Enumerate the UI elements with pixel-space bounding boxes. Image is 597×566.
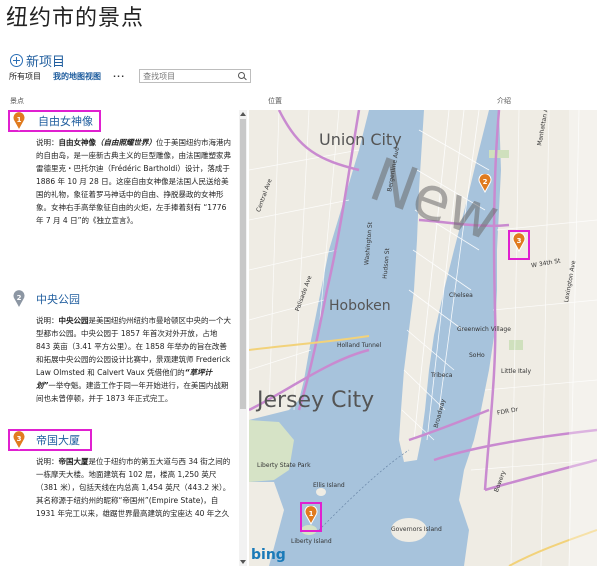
item-description: 说明：中央公园是美国纽约州纽约市曼哈顿区中央的一个大型都市公园。中央公园于 18…: [36, 314, 231, 405]
bing-logo-text: bing: [251, 547, 286, 563]
road-label: Ellis Island: [313, 482, 345, 489]
new-item-label: 新项目: [26, 55, 66, 70]
map-pin-icon[interactable]: 1: [12, 112, 26, 131]
list-item-header: 1 自由女神像: [8, 110, 101, 132]
item-description: 说明：自由女神像（自由照耀世界）位于美国纽约市海港内的自由岛，是一座新古典主义的…: [36, 136, 231, 227]
map-marker-statue-of-liberty[interactable]: 1: [304, 506, 318, 525]
map-label-jersey-city: Jersey City: [257, 388, 375, 413]
map-marker-empire-state[interactable]: 3: [512, 233, 526, 252]
more-options-button[interactable]: ···: [113, 72, 125, 81]
desc-text: 是位于纽约市的第五大道与西 34 街之间的一栋摩天大楼。地面建筑有 102 层，…: [36, 457, 231, 518]
pin-number: 3: [17, 435, 22, 443]
road-label: Chelsea: [449, 292, 473, 299]
item-title-link[interactable]: 中央公园: [36, 291, 80, 307]
new-item-button[interactable]: 新项目: [10, 51, 65, 70]
road-label: Little Italy: [501, 368, 531, 375]
list-scrollbar[interactable]: [239, 110, 247, 566]
item-title-link[interactable]: 自由女神像: [38, 113, 93, 129]
desc-bold: 中央公园: [58, 316, 89, 325]
view-all-items[interactable]: 所有项目: [9, 71, 41, 82]
plus-circle-icon: [10, 54, 23, 67]
column-header-attraction[interactable]: 景点: [10, 96, 24, 106]
desc-text-2: 一举夺魁。建造工作于同一年开始进行，在美国内战期间也未曾停顿，并于 1873 年…: [36, 381, 229, 403]
scroll-down-arrow-icon[interactable]: [240, 560, 246, 564]
scroll-thumb[interactable]: [240, 119, 246, 409]
attraction-list: 1 自由女神像 说明：自由女神像（自由照耀世界）位于美国纽约市海港内的自由岛，是…: [0, 106, 237, 566]
map-marker-central-park[interactable]: 2: [478, 174, 492, 193]
road-label: SoHo: [469, 352, 485, 359]
map-pin-icon[interactable]: 2: [12, 290, 26, 309]
road-label: Holland Tunnel: [337, 342, 382, 349]
list-item-header: 3 帝国大厦: [8, 429, 92, 451]
item-title-link[interactable]: 帝国大厦: [36, 432, 80, 448]
road-label: Liberty State Park: [257, 462, 311, 469]
column-header-intro[interactable]: 介绍: [497, 96, 511, 106]
view-bar: 所有项目 我的地图视图 ···: [9, 69, 252, 83]
desc-italic: （自由照耀世界）: [96, 138, 156, 147]
search-input[interactable]: [143, 71, 234, 81]
road-label: Governors Island: [391, 526, 442, 533]
desc-prefix: 说明：: [36, 457, 59, 466]
desc-prefix: 说明：: [36, 138, 59, 147]
scroll-up-arrow-icon[interactable]: [240, 112, 246, 116]
bing-logo: bing: [251, 547, 286, 563]
pin-number: 2: [483, 178, 488, 186]
road-label: Greenwich Village: [457, 326, 511, 333]
search-icon[interactable]: [238, 71, 247, 81]
pin-number: 1: [309, 510, 314, 518]
list-item-header: 2 中央公园: [10, 288, 237, 310]
map-label-hoboken: Hoboken: [329, 298, 391, 314]
list-item: 1 自由女神像 说明：自由女神像（自由照耀世界）位于美国纽约市海港内的自由岛，是…: [0, 110, 237, 227]
map-pin-icon[interactable]: 3: [12, 431, 26, 450]
pin-number: 1: [17, 116, 22, 124]
list-item: 2 中央公园 说明：中央公园是美国纽约州纽约市曼哈顿区中央的一个大型都市公园。中…: [0, 288, 237, 405]
page-title: 纽约市的景点: [6, 6, 145, 31]
pin-number: 3: [517, 237, 522, 245]
list-item: 3 帝国大厦 说明：帝国大厦是位于纽约市的第五大道与西 34 街之间的一栋摩天大…: [0, 429, 237, 520]
column-header-location[interactable]: 位置: [268, 96, 282, 106]
search-box: [139, 69, 252, 83]
item-description: 说明：帝国大厦是位于纽约市的第五大道与西 34 街之间的一栋摩天大楼。地面建筑有…: [36, 455, 231, 520]
desc-prefix: 说明：: [36, 316, 59, 325]
desc-text: 位于美国纽约市海港内的自由岛，是一座新古典主义的巨型雕像，由法国雕塑家弗雷德里克…: [36, 138, 231, 225]
desc-bold: 自由女神像: [58, 138, 97, 147]
road-label: Tribeca: [431, 372, 453, 379]
pin-number: 2: [17, 294, 22, 302]
road-label: Liberty Island: [291, 538, 332, 545]
map-view[interactable]: Union City Hoboken Jersey City New Liber…: [249, 110, 597, 566]
desc-bold: 帝国大厦: [58, 457, 89, 466]
view-my-map[interactable]: 我的地图视图: [53, 71, 101, 82]
